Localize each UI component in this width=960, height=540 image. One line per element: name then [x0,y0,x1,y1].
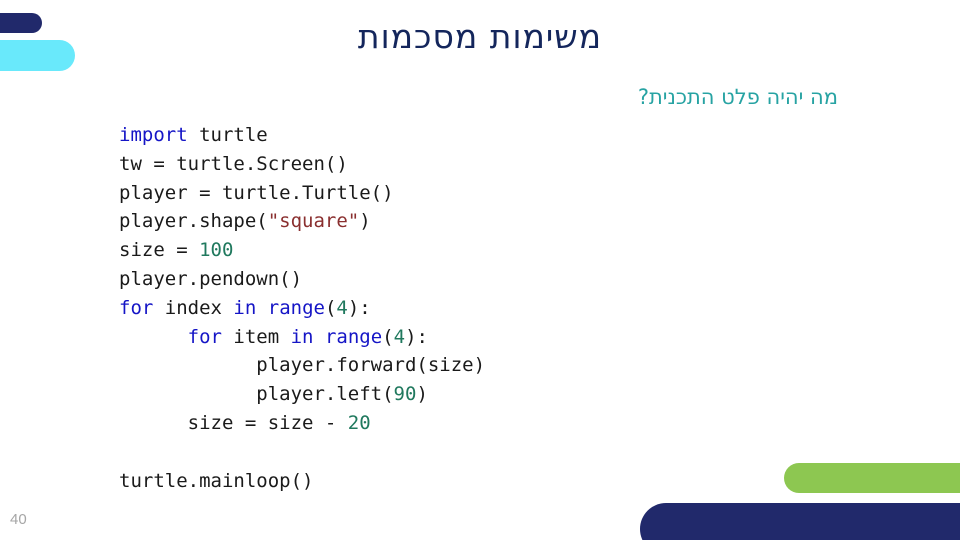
code-token: ): [347,296,371,319]
code-token: range [267,296,325,319]
code-token: player = turtle.Turtle() [119,181,394,204]
code-token: in [290,325,314,348]
code-token: range [324,325,383,348]
code-token: 4 [393,325,406,348]
code-token: player.pendown() [119,267,303,290]
code-token: size = size - [119,411,348,434]
code-token: item [221,325,291,348]
decoration-bar-bottom-right-navy [640,503,960,540]
code-token: player.shape( [119,210,268,233]
code-token: 100 [199,239,234,262]
code-token: ) [359,210,371,233]
code-token: 20 [347,411,371,434]
code-token: "square" [267,210,360,233]
code-token: turtle [187,124,268,146]
code-line: player = turtle.Turtle() [119,179,485,208]
code-token: index [153,296,234,319]
code-token: for [187,325,222,348]
code-token: for [119,296,154,319]
page-number: 40 [10,511,27,528]
slide-subtitle: מה יהיה פלט התכנית? [637,85,838,109]
code-token: ): [405,325,428,348]
code-line: size = size - 20 [119,409,485,438]
code-line: player.pendown() [119,265,485,294]
code-token: 90 [393,383,417,406]
code-token: turtle.mainloop() [119,469,314,492]
code-line: tw = turtle.Screen() [119,150,485,179]
code-token: player.left( [119,383,394,406]
code-token: player.forward(size) [119,354,486,377]
code-line: player.forward(size) [119,351,485,380]
code-token: import [119,124,188,146]
code-block: import turtle tw = turtle.Screen() player … [119,121,485,495]
code-token: ) [416,383,428,406]
code-line: player.left(90) [119,380,485,409]
code-token: ( [382,325,394,348]
code-token: size = [119,239,200,262]
slide-canvas: משימות מסכמות מה יהיה פלט התכנית? import… [0,0,960,540]
page-title: משימות מסכמות [357,17,603,56]
decoration-bar-bottom-right-green [784,463,960,493]
code-line: player.shape("square") [119,207,485,236]
code-token: tw = turtle.Screen() [119,152,348,175]
code-token: 4 [336,296,348,319]
code-line: size = 100 [119,236,485,265]
code-line: for item in range(4): [119,323,485,352]
code-line: import turtle [119,121,485,150]
code-token: in [233,296,257,319]
code-line: for index in range(4): [119,294,485,323]
code-token: ( [324,296,337,319]
code-line: turtle.mainloop() [119,467,485,496]
